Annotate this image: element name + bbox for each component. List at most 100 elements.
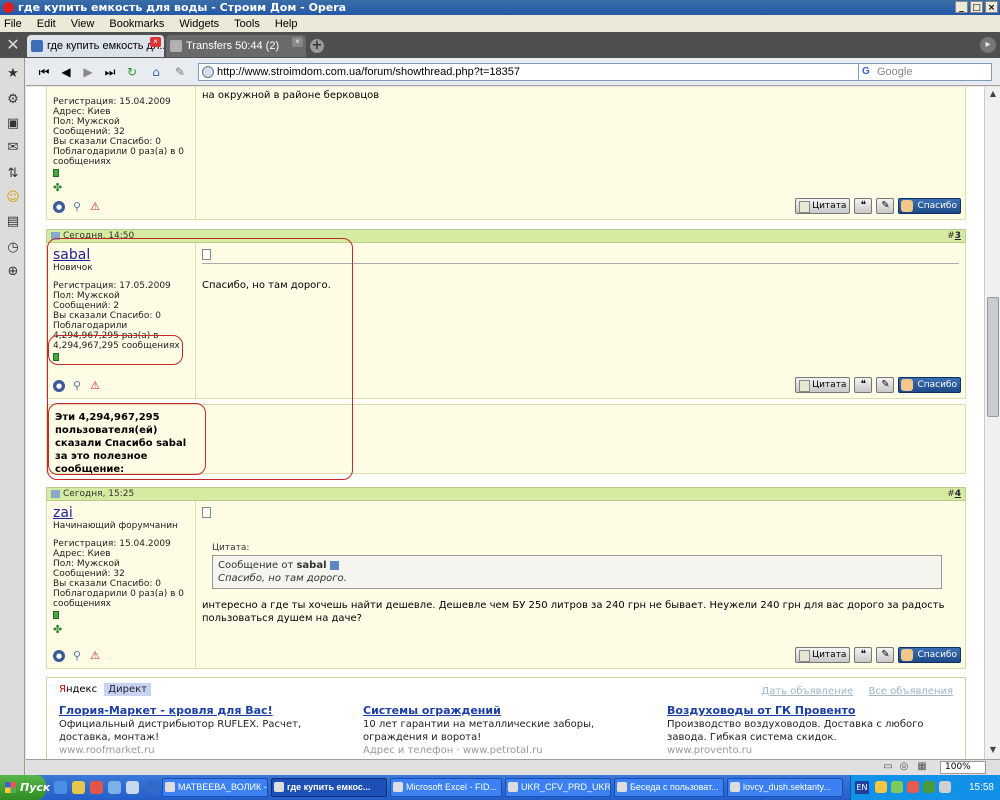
transfers-icon (170, 40, 182, 52)
scrollbar-thumb[interactable] (987, 297, 999, 417)
new-tab-button[interactable]: + (310, 39, 324, 53)
widgets-icon[interactable]: ▣ (5, 116, 21, 132)
vertical-scrollbar[interactable]: ▲ ▼ (984, 87, 1000, 759)
fast-forward-icon[interactable]: ⏭ (102, 64, 118, 80)
post-number[interactable]: #4 (947, 488, 961, 500)
menu-view[interactable]: View (71, 18, 95, 30)
ad-item[interactable]: Системы ограждений 10 лет гарантии на ме… (363, 704, 653, 757)
media-icon[interactable] (90, 781, 103, 794)
ad-title[interactable]: Воздуховоды от ГК Провенто (667, 704, 957, 718)
tools-icon[interactable]: ✕ (0, 32, 26, 58)
ad-item[interactable]: Глория-Маркет - кровля для Вас! Официаль… (59, 704, 349, 757)
thanks-button[interactable]: Спасибо (898, 198, 961, 214)
home-icon[interactable]: ⌂ (148, 64, 164, 80)
forward-icon[interactable]: ▶ (80, 64, 96, 80)
quote-button[interactable]: Цитата (795, 198, 851, 214)
tray-app-icon[interactable] (891, 781, 903, 793)
ad-title[interactable]: Глория-Маркет - кровля для Вас! (59, 704, 349, 718)
quick-reply-icon[interactable]: ✎ (876, 198, 895, 214)
edit-pen-icon[interactable]: ✎ (172, 64, 188, 80)
taskbar-item-active[interactable]: где купить емкос... (271, 778, 387, 797)
taskbar-item[interactable]: UKR_CFV_PRD_UKR ... (505, 778, 611, 797)
multiquote-icon[interactable]: ❝ (854, 198, 873, 214)
tray-app-icon[interactable] (923, 781, 935, 793)
yandex-direct-logo[interactable]: Яндекс Директ (59, 683, 151, 696)
profile-icon[interactable]: ● (53, 650, 65, 662)
back-icon[interactable]: ◀ (58, 64, 74, 80)
quote-button[interactable]: Цитата (795, 647, 851, 663)
transfers-icon[interactable]: ⇅ (5, 166, 21, 182)
multiquote-icon[interactable]: ❝ (854, 377, 873, 393)
taskbar-item[interactable]: МАТВЕЕВА_ВОЛИК -... (162, 778, 268, 797)
profile-icon[interactable]: ● (53, 201, 65, 213)
rewind-icon[interactable]: ⏮ (36, 64, 52, 80)
start-button[interactable]: Пуск (0, 775, 50, 800)
post-number-value: 4 (954, 489, 961, 499)
notes-icon[interactable]: ▤ (5, 214, 21, 230)
thanks-button[interactable]: Спасибо (898, 647, 961, 663)
images-icon[interactable]: ▦ (916, 761, 928, 773)
submit-ad-link[interactable]: Дать объявление (761, 686, 853, 697)
desktop-icon[interactable] (108, 781, 121, 794)
tray-app-icon[interactable] (939, 781, 951, 793)
menu-file[interactable]: File (4, 18, 22, 30)
reload-icon[interactable]: ↻ (124, 64, 140, 80)
ad-url[interactable]: www.provento.ru (667, 744, 957, 757)
panel-add-icon[interactable]: ⊕ (5, 264, 21, 280)
turbo-icon[interactable]: ◎ (898, 761, 910, 773)
tab-transfers[interactable]: Transfers 50:44 (2) × (166, 35, 306, 57)
username-link[interactable]: zai (53, 505, 189, 521)
tab-close-button[interactable]: × (292, 37, 303, 47)
menu-bookmarks[interactable]: Bookmarks (109, 18, 164, 30)
close-window-button[interactable]: × (985, 1, 998, 13)
post-number[interactable]: #3 (947, 230, 961, 242)
history-clock-icon[interactable]: ◷ (5, 240, 21, 256)
bookmarks-star-icon[interactable]: ★ (5, 66, 21, 82)
search-field[interactable]: G Google (858, 63, 992, 81)
view-post-arrow-icon[interactable] (329, 560, 339, 570)
tab-menu-icon[interactable]: ▸ (980, 37, 996, 53)
outlook-icon[interactable] (126, 781, 139, 794)
tray-app-icon[interactable] (907, 781, 919, 793)
quote-button[interactable]: Цитата (795, 377, 851, 393)
zoom-selector[interactable]: 100% (940, 761, 986, 774)
tab-close-button[interactable]: × (150, 37, 161, 47)
all-ads-link[interactable]: Все объявления (868, 686, 953, 697)
menu-widgets[interactable]: Widgets (179, 18, 219, 30)
annotation-box (48, 335, 183, 365)
view-icon[interactable]: ▭ (882, 761, 894, 773)
ad-url[interactable]: www.roofmarket.ru (59, 744, 349, 757)
thanks-button[interactable]: Спасибо (898, 377, 961, 393)
tab-forum[interactable]: где купить емкость дл... × (27, 35, 164, 57)
find-posts-icon[interactable]: ⚲ (71, 201, 83, 213)
multiquote-icon[interactable]: ❝ (854, 647, 873, 663)
find-posts-icon[interactable]: ⚲ (71, 650, 83, 662)
quick-reply-icon[interactable]: ✎ (876, 647, 895, 663)
chat-smiley-icon[interactable]: ☺ (5, 190, 21, 206)
maximize-button[interactable]: □ (970, 1, 983, 13)
taskbar-item[interactable]: lovcy_dush.sektanty... (727, 778, 843, 797)
scroll-up-icon[interactable]: ▲ (987, 89, 999, 101)
explorer-icon[interactable] (72, 781, 85, 794)
ad-url[interactable]: Адрес и телефон · www.petrotal.ru (363, 744, 653, 757)
quicklaunch-chevron-icon[interactable] (146, 781, 159, 794)
menu-help[interactable]: Help (275, 18, 298, 30)
report-warning-icon[interactable]: ⚠ (89, 650, 101, 662)
minimize-button[interactable]: _ (955, 1, 968, 13)
ad-title[interactable]: Системы ограждений (363, 704, 653, 718)
ie-icon[interactable] (54, 781, 67, 794)
report-warning-icon[interactable]: ⚠ (89, 201, 101, 213)
mail-icon[interactable]: ✉ (5, 140, 21, 156)
menu-tools[interactable]: Tools (234, 18, 260, 30)
address-field[interactable]: http://www.stroimdom.com.ua/forum/showth… (198, 63, 878, 81)
taskbar-item[interactable]: Беседа с пользоват... (614, 778, 724, 797)
scroll-down-icon[interactable]: ▼ (987, 745, 999, 757)
tray-app-icon[interactable] (875, 781, 887, 793)
settings-gear-icon[interactable]: ⚙ (5, 92, 21, 108)
language-indicator[interactable]: EN (855, 781, 869, 794)
taskbar-item[interactable]: Microsoft Excel - FID... (390, 778, 502, 797)
menu-edit[interactable]: Edit (37, 18, 56, 30)
quick-reply-icon[interactable]: ✎ (876, 377, 895, 393)
ad-item[interactable]: Воздуховоды от ГК Провенто Производство … (667, 704, 957, 757)
post-body: Цитата: Сообщение от sabal Спасибо, но т… (196, 501, 966, 669)
